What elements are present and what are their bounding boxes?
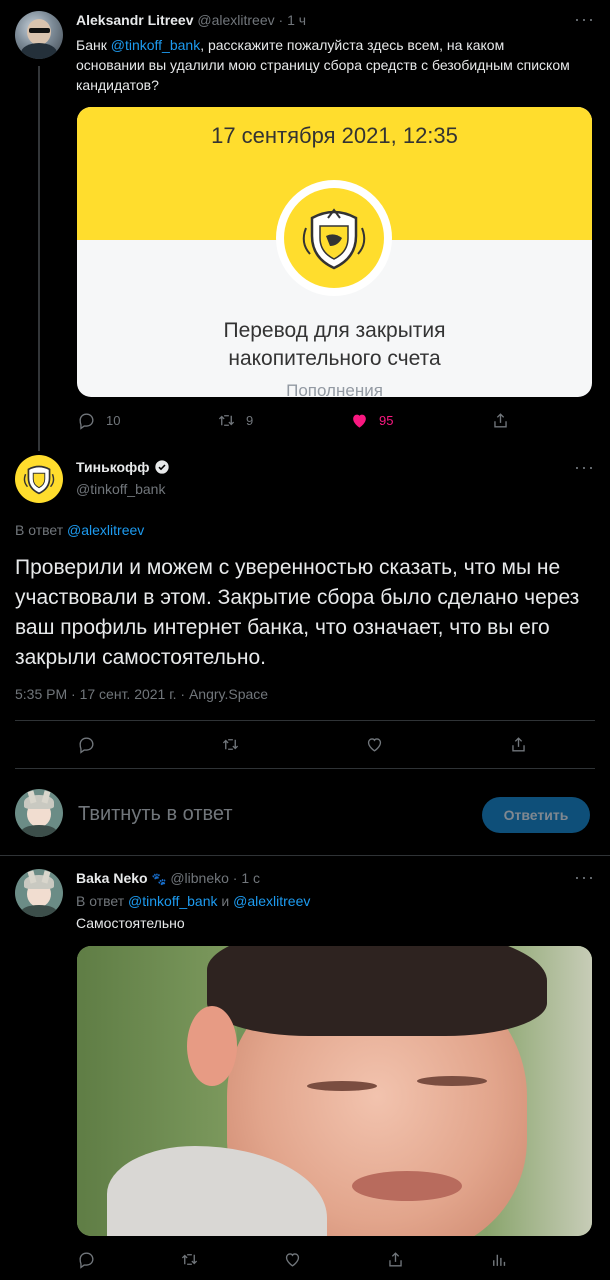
tweet3-image[interactable] bbox=[77, 946, 592, 1236]
like-icon[interactable] bbox=[350, 411, 369, 430]
retweet-icon[interactable] bbox=[180, 1250, 199, 1269]
avatar-tinkoff[interactable] bbox=[15, 455, 63, 503]
more-icon[interactable]: ··· bbox=[574, 868, 595, 886]
more-icon[interactable]: ··· bbox=[574, 10, 595, 28]
avatar-user[interactable] bbox=[15, 789, 63, 837]
reply-icon[interactable] bbox=[77, 1250, 96, 1269]
more-icon[interactable]: ··· bbox=[574, 458, 595, 476]
reply-button[interactable]: Ответить bbox=[482, 797, 590, 833]
tweet1-header: Aleksandr Litreev @alexlitreev · 1 ч bbox=[76, 12, 306, 28]
card-date: 17 сентября 2021, 12:35 bbox=[211, 123, 458, 148]
tweet2-author: Тинькофф bbox=[76, 459, 170, 475]
analytics-icon[interactable] bbox=[489, 1250, 508, 1269]
mouth bbox=[352, 1171, 462, 1201]
reply-count: 10 bbox=[106, 413, 121, 428]
card-title-line2: накопительного счета bbox=[228, 347, 441, 370]
reply-action[interactable]: 10 bbox=[77, 411, 120, 430]
author-handle[interactable]: @alexlitreev bbox=[197, 12, 274, 28]
author-name[interactable]: Aleksandr Litreev bbox=[76, 12, 194, 28]
share-icon[interactable] bbox=[509, 735, 528, 754]
retweet-count: 9 bbox=[246, 413, 254, 428]
card-subtitle: Пополнения bbox=[286, 381, 383, 397]
divider bbox=[15, 720, 595, 721]
reply-icon[interactable] bbox=[77, 735, 96, 754]
tweet-time[interactable]: · 1 с bbox=[233, 870, 260, 886]
tweet3-header: Baka Neko 🐾 @libneko · 1 с bbox=[76, 870, 260, 886]
like-action[interactable] bbox=[283, 1250, 302, 1269]
card-title-line1: Перевод для закрытия bbox=[223, 319, 446, 342]
reply-to: В ответ @alexlitreev bbox=[15, 522, 145, 538]
reply-action[interactable] bbox=[77, 1250, 96, 1269]
thread-line bbox=[38, 66, 40, 451]
author-name[interactable]: Тинькофф bbox=[76, 459, 150, 475]
tweet2-text: Проверили и можем с уверенностью сказать… bbox=[15, 556, 580, 669]
paw-icon: 🐾 bbox=[151, 872, 167, 886]
like-action[interactable]: 95 bbox=[350, 411, 393, 430]
divider bbox=[15, 768, 595, 769]
like-count: 95 bbox=[379, 413, 394, 428]
share-icon[interactable] bbox=[491, 411, 510, 430]
author-handle[interactable]: @tinkoff_bank bbox=[76, 481, 165, 497]
author-name[interactable]: Baka Neko bbox=[76, 870, 148, 886]
avatar-libneko[interactable] bbox=[15, 869, 63, 917]
tinkoff-logo bbox=[23, 465, 55, 495]
author-handle[interactable]: @libneko bbox=[170, 870, 229, 886]
retweet-icon[interactable] bbox=[217, 411, 236, 430]
tweet3-text: Самостоятельно bbox=[76, 915, 185, 931]
divider bbox=[0, 855, 610, 856]
retweet-icon[interactable] bbox=[221, 735, 240, 754]
like-icon[interactable] bbox=[283, 1250, 302, 1269]
mention-link[interactable]: @tinkoff_bank bbox=[111, 37, 200, 53]
verified-icon bbox=[154, 460, 169, 474]
retweet-action[interactable] bbox=[180, 1250, 199, 1269]
share-action[interactable] bbox=[509, 735, 528, 754]
reply-to-handle[interactable]: @alexlitreev bbox=[233, 893, 310, 909]
tweet-meta[interactable]: 5:35 PM · 17 сент. 2021 г. · Angry.Space bbox=[15, 686, 268, 702]
share-action[interactable] bbox=[386, 1250, 405, 1269]
share-icon[interactable] bbox=[386, 1250, 405, 1269]
like-icon[interactable] bbox=[365, 735, 384, 754]
retweet-action[interactable] bbox=[221, 735, 240, 754]
avatar-alexlitreev[interactable] bbox=[15, 11, 63, 59]
reply-to: В ответ @tinkoff_bank и @alexlitreev bbox=[76, 893, 311, 909]
tweet-time[interactable]: · 1 ч bbox=[279, 12, 307, 28]
ear bbox=[187, 1006, 237, 1086]
tweet1-image[interactable]: 17 сентября 2021, 12:35 Перевод для закр… bbox=[77, 107, 592, 397]
like-action[interactable] bbox=[365, 735, 384, 754]
hair bbox=[207, 946, 547, 1036]
share-action[interactable] bbox=[491, 411, 510, 430]
reply-input[interactable]: Твитнуть в ответ bbox=[78, 803, 233, 826]
reply-action[interactable] bbox=[77, 735, 96, 754]
retweet-action[interactable]: 9 bbox=[217, 411, 253, 430]
reply-to-handle[interactable]: @tinkoff_bank bbox=[128, 893, 217, 909]
tweet1-text: Банк @tinkoff_bank, расскажите пожалуйст… bbox=[76, 37, 570, 93]
reply-icon[interactable] bbox=[77, 411, 96, 430]
analytics-action[interactable] bbox=[489, 1250, 508, 1269]
reply-to-handle[interactable]: @alexlitreev bbox=[67, 522, 144, 538]
tinkoff-logo bbox=[276, 180, 392, 296]
